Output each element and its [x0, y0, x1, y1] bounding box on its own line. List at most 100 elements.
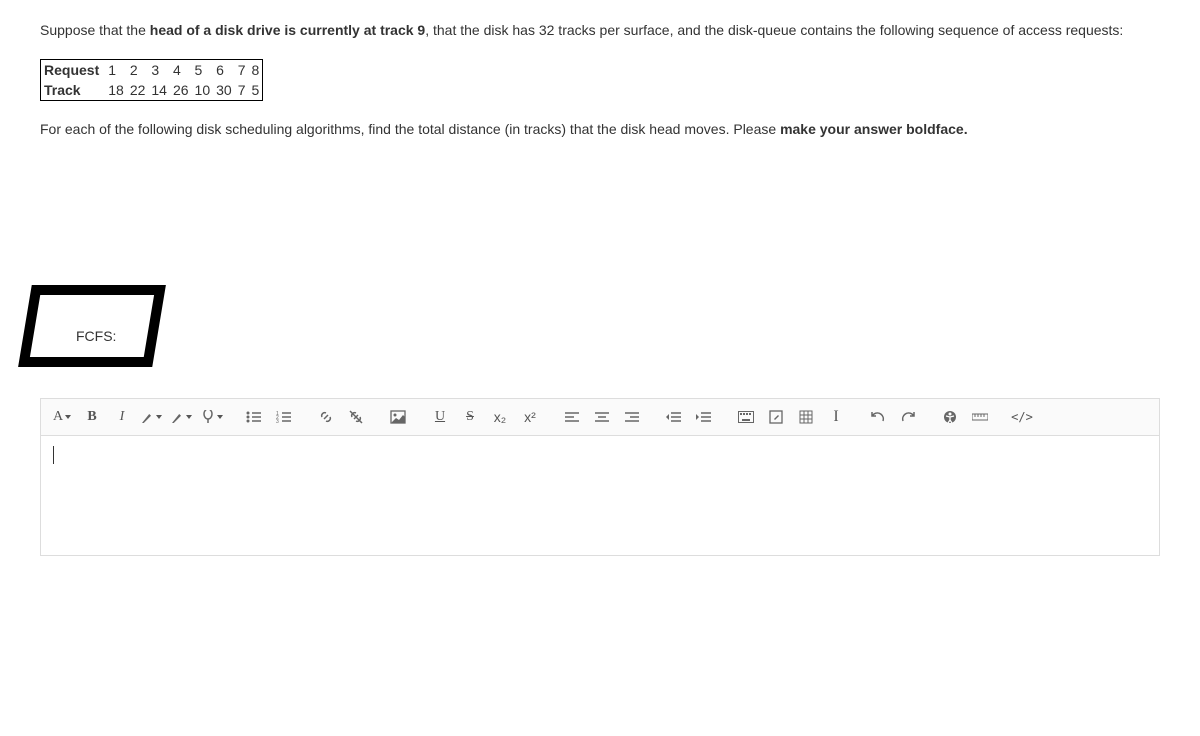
- accessibility-button[interactable]: [935, 403, 965, 431]
- editor-toolbar: A B I: [40, 398, 1160, 436]
- request-cell: 1: [105, 60, 127, 81]
- brush-icon: [142, 411, 154, 423]
- rich-text-editor: A B I: [40, 398, 1160, 556]
- cursor-label: I: [833, 408, 838, 426]
- highlight-color-button[interactable]: [167, 403, 197, 431]
- link-icon: [318, 409, 334, 425]
- text-cursor: [53, 446, 54, 464]
- font-family-label: A: [53, 409, 63, 425]
- ruler-button[interactable]: [965, 403, 995, 431]
- unlink-button[interactable]: [341, 403, 371, 431]
- text-color-button[interactable]: [137, 403, 167, 431]
- bold-label: B: [87, 409, 96, 425]
- request-cell: 8: [249, 60, 263, 81]
- number-list-icon: 1 2 3: [276, 410, 292, 424]
- svg-text:3: 3: [276, 419, 279, 424]
- clear-format-icon: [201, 410, 215, 424]
- request-cell: 3: [148, 60, 170, 81]
- unlink-icon: [348, 409, 364, 425]
- intro-post: , that the disk has 32 tracks per surfac…: [425, 22, 1123, 38]
- table-header-track: Track: [41, 80, 106, 101]
- chevron-down-icon: [65, 415, 71, 419]
- align-right-icon: [625, 411, 639, 423]
- track-cell: 7: [235, 80, 249, 101]
- answer-label-block: FCFS:: [18, 280, 1160, 370]
- table-header-request: Request: [41, 60, 106, 81]
- ruler-icon: [972, 412, 988, 422]
- code-label: </>: [1011, 410, 1033, 424]
- subscript-button[interactable]: x₂: [485, 403, 515, 431]
- underline-button[interactable]: U: [425, 403, 455, 431]
- editor-body[interactable]: [40, 436, 1160, 556]
- strikethrough-button[interactable]: S: [455, 403, 485, 431]
- italic-button[interactable]: I: [107, 403, 137, 431]
- image-icon: [390, 410, 406, 424]
- table-row: Request 1 2 3 4 5 6 7 8: [41, 60, 263, 81]
- brush-icon: [172, 411, 184, 423]
- track-cell: 30: [213, 80, 235, 101]
- align-center-icon: [595, 411, 609, 423]
- strike-label: S: [466, 409, 474, 425]
- redo-button[interactable]: [893, 403, 923, 431]
- table-button[interactable]: [791, 403, 821, 431]
- spacer: [40, 140, 1160, 280]
- undo-icon: [870, 410, 886, 424]
- table-row: Track 18 22 14 26 10 30 7 5: [41, 80, 263, 101]
- italic-label: I: [120, 409, 125, 425]
- accessibility-icon: [943, 410, 957, 424]
- font-family-button[interactable]: A: [47, 403, 77, 431]
- underline-label: U: [435, 409, 445, 425]
- align-right-button[interactable]: [617, 403, 647, 431]
- undo-button[interactable]: [863, 403, 893, 431]
- instruction-pre: For each of the following disk schedulin…: [40, 121, 780, 137]
- superscript-label: x²: [524, 409, 536, 425]
- indent-button[interactable]: [689, 403, 719, 431]
- subscript-label: x₂: [494, 409, 506, 425]
- edit-button[interactable]: [761, 403, 791, 431]
- track-cell: 18: [105, 80, 127, 101]
- request-cell: 4: [170, 60, 192, 81]
- table-icon: [799, 410, 813, 424]
- track-cell: 22: [127, 80, 149, 101]
- fcfs-label: FCFS:: [76, 328, 116, 344]
- align-left-button[interactable]: [557, 403, 587, 431]
- instruction-text: For each of the following disk schedulin…: [40, 119, 1160, 140]
- request-track-table: Request 1 2 3 4 5 6 7 8 Track 18 22 14 2…: [40, 59, 263, 101]
- chevron-down-icon: [186, 415, 192, 419]
- ordered-list-button[interactable]: 1 2 3: [269, 403, 299, 431]
- intro-pre: Suppose that the: [40, 22, 150, 38]
- superscript-button[interactable]: x²: [515, 403, 545, 431]
- outdent-button[interactable]: [659, 403, 689, 431]
- align-center-button[interactable]: [587, 403, 617, 431]
- track-cell: 26: [170, 80, 192, 101]
- redo-icon: [900, 410, 916, 424]
- bullet-list-icon: [246, 410, 262, 424]
- intro-bold: head of a disk drive is currently at tra…: [150, 22, 425, 38]
- chevron-down-icon: [217, 415, 223, 419]
- keyboard-button[interactable]: [731, 403, 761, 431]
- highlight-box-icon: [18, 280, 168, 370]
- question-panel: Suppose that the head of a disk drive is…: [0, 0, 1200, 390]
- request-cell: 2: [127, 60, 149, 81]
- align-left-icon: [565, 411, 579, 423]
- question-intro: Suppose that the head of a disk drive is…: [40, 20, 1160, 41]
- request-cell: 7: [235, 60, 249, 81]
- track-cell: 10: [192, 80, 214, 101]
- image-button[interactable]: [383, 403, 413, 431]
- cursor-button[interactable]: I: [821, 403, 851, 431]
- track-cell: 14: [148, 80, 170, 101]
- edit-icon: [769, 410, 783, 424]
- keyboard-icon: [738, 411, 754, 423]
- request-cell: 6: [213, 60, 235, 81]
- indent-icon: [696, 411, 712, 423]
- request-cell: 5: [192, 60, 214, 81]
- unordered-list-button[interactable]: [239, 403, 269, 431]
- html-source-button[interactable]: </>: [1007, 403, 1037, 431]
- instruction-bold: make your answer boldface.: [780, 121, 968, 137]
- chevron-down-icon: [156, 415, 162, 419]
- clear-formatting-button[interactable]: [197, 403, 227, 431]
- outdent-icon: [666, 411, 682, 423]
- link-button[interactable]: [311, 403, 341, 431]
- track-cell: 5: [249, 80, 263, 101]
- bold-button[interactable]: B: [77, 403, 107, 431]
